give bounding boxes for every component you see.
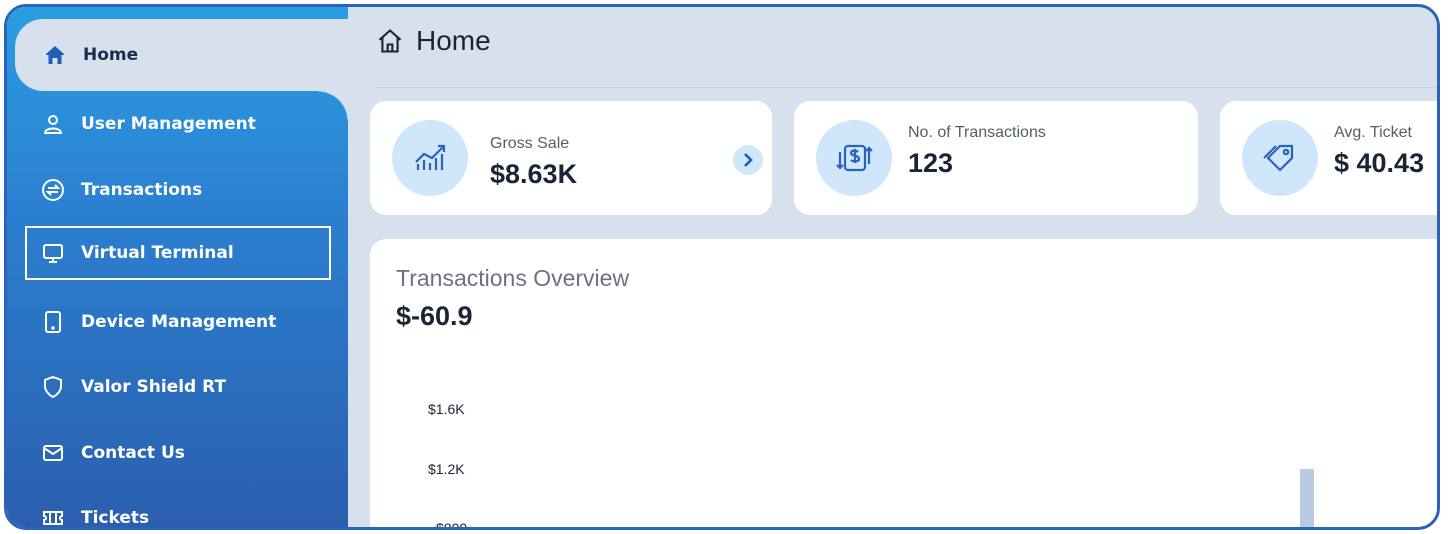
card-label: Avg. Ticket [1334,123,1412,141]
sidebar-item-device-management[interactable]: Device Management [27,297,327,347]
gross-sale-card: Gross Sale $8.63K [370,101,772,215]
header-divider [376,87,1437,88]
overview-value: $-60.9 [396,301,473,331]
price-tag-icon [1242,120,1318,196]
next-card-button[interactable] [733,145,763,175]
sidebar-item-label: Transactions [81,180,203,200]
card-value: 123 [908,147,954,178]
sidebar-item-virtual-terminal[interactable]: Virtual Terminal [25,226,331,280]
sidebar-item-user-management[interactable]: User Management [27,99,327,149]
sidebar-item-tickets[interactable]: Tickets [27,493,327,528]
monitor-icon [41,241,65,265]
page-title: Home [416,25,491,56]
sidebar-item-label: Home [83,45,139,65]
transactions-count-card: No. of Transactions 123 [794,101,1198,215]
sidebar-item-valor-shield[interactable]: Valor Shield RT [27,362,327,412]
main-content: Home Gross Sale $8.63K No. of Transactio… [348,7,1437,527]
app-frame: Home User Management Transactions Virtua… [4,4,1440,530]
chart-bar [1300,469,1314,527]
growth-chart-icon [392,120,468,196]
sidebar-item-label: Tickets [81,508,150,528]
sidebar-item-label: Device Management [81,312,277,332]
sidebar: Home User Management Transactions Virtua… [7,7,348,527]
page-header: Home [376,25,491,57]
card-label: No. of Transactions [908,123,1046,141]
avg-ticket-card: Avg. Ticket $ 40.43 [1220,101,1437,215]
sidebar-item-transactions[interactable]: Transactions [27,165,327,215]
sidebar-item-label: User Management [81,114,256,134]
sidebar-item-label: Contact Us [81,443,185,463]
card-label: Gross Sale [490,134,570,152]
y-tick-label: $800 [436,520,468,530]
y-tick-label: $1.2K [428,461,465,477]
card-value: $ 40.43 [1334,147,1425,178]
transactions-icon [41,178,65,202]
shield-icon [41,375,65,399]
user-icon [41,112,65,136]
ticket-icon [41,506,65,527]
tablet-icon [41,310,65,334]
overview-title: Transactions Overview [396,265,630,291]
sidebar-item-contact-us[interactable]: Contact Us [27,428,327,478]
home-icon [43,43,67,67]
transactions-overview-panel: Transactions Overview $-60.9 $1.6K $1.2K… [370,239,1437,530]
chevron-right-icon [744,153,753,167]
card-value: $8.63K [490,158,578,189]
sidebar-item-home[interactable]: Home [15,19,348,121]
sidebar-item-label: Valor Shield RT [81,377,227,397]
y-tick-label: $1.6K [428,401,465,417]
home-outline-icon [378,29,402,53]
mail-icon [41,441,65,465]
sidebar-item-label: Virtual Terminal [81,243,234,263]
money-exchange-icon [816,120,892,196]
